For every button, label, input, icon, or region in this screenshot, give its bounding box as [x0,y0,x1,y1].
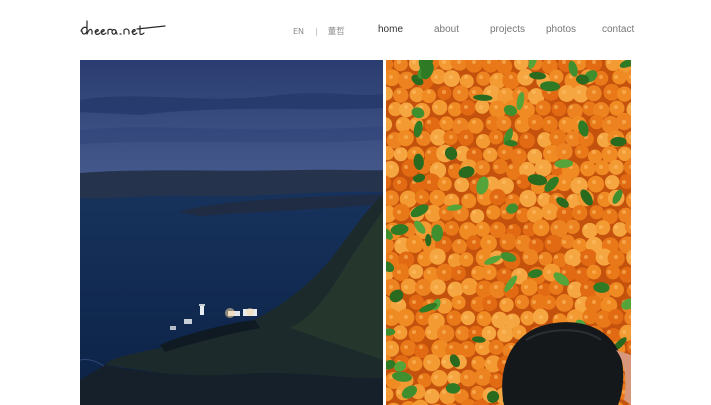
nav-home[interactable]: home [378,24,403,38]
photo-mandarin-oranges[interactable] [386,60,631,405]
lang-zh[interactable]: 董哲 [328,25,345,37]
language-switcher: EN | 董哲 [293,25,345,38]
nav-contact[interactable]: contact [602,24,634,38]
photo-lighthouse-dusk[interactable] [80,60,383,405]
nav-photos[interactable]: photos [546,24,576,38]
site-logo[interactable] [79,17,169,39]
lang-en[interactable]: EN [293,27,304,36]
nav-projects[interactable]: projects [490,24,525,38]
nav-about[interactable]: about [434,24,459,38]
lang-separator: | [315,26,318,36]
